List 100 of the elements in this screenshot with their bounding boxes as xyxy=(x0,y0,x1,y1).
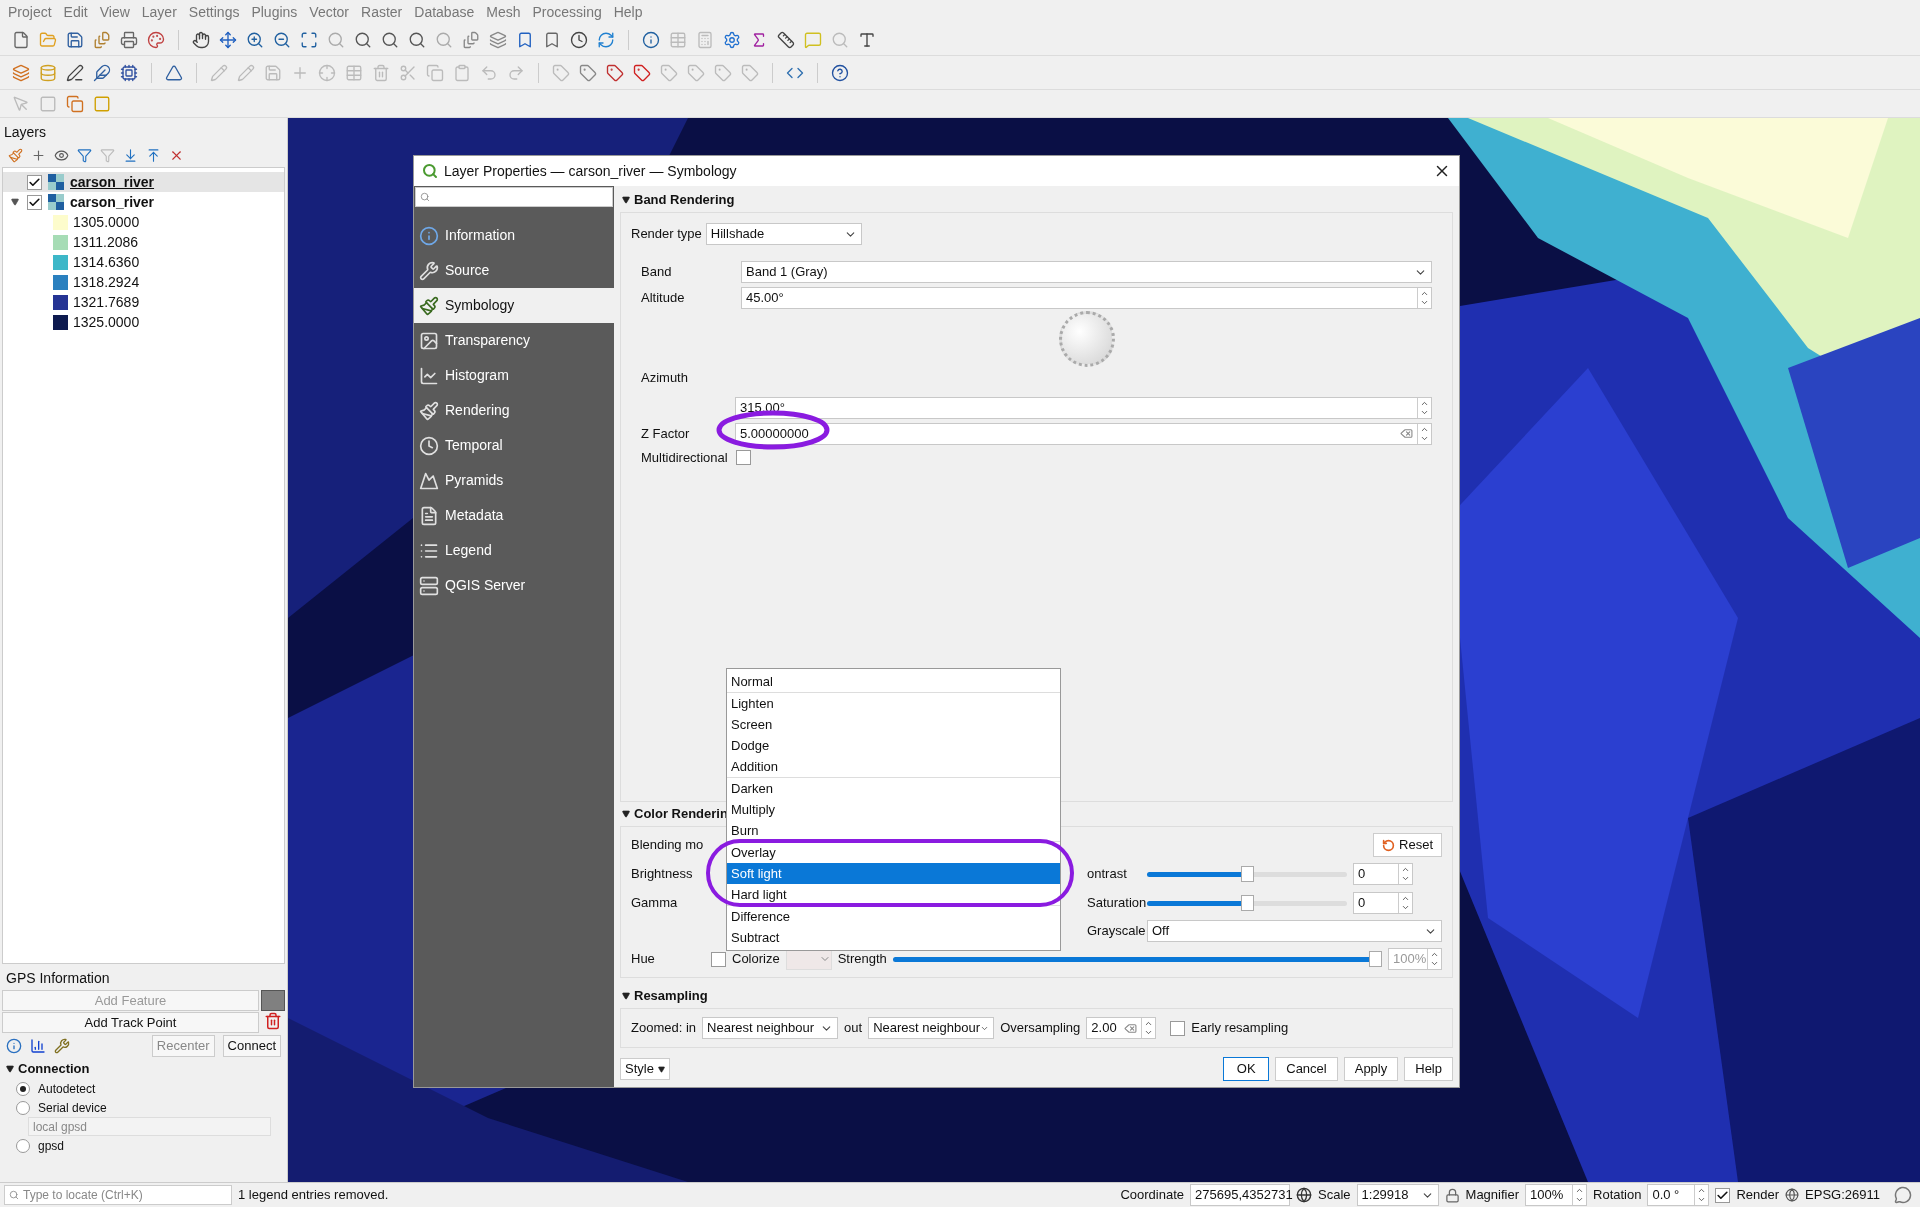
collapse-arrow-icon[interactable] xyxy=(622,810,630,818)
radio-button[interactable] xyxy=(16,1081,30,1096)
menu-option[interactable]: Soft light xyxy=(727,863,1060,884)
triangle-icon[interactable] xyxy=(165,63,183,82)
color-swatch[interactable] xyxy=(261,990,285,1011)
slider-handle[interactable] xyxy=(1240,895,1254,911)
ruler-icon[interactable] xyxy=(777,30,795,49)
clipboard-icon[interactable] xyxy=(453,63,471,82)
checkbox[interactable] xyxy=(27,174,42,190)
contrast-field[interactable]: 0 xyxy=(1353,863,1413,885)
tag-icon[interactable] xyxy=(579,63,597,82)
collapse-arrow-icon[interactable] xyxy=(622,992,630,1000)
nav-item[interactable]: Temporal xyxy=(414,428,614,463)
section-title[interactable]: Resampling xyxy=(634,986,708,1006)
magnifier-field[interactable]: 100% xyxy=(1525,1184,1587,1206)
menu-option[interactable]: Darken xyxy=(727,778,1060,799)
menu-option[interactable]: Multiply xyxy=(727,799,1060,820)
eye-icon[interactable] xyxy=(54,147,69,163)
grayscale-combo[interactable]: Off xyxy=(1147,920,1442,942)
rotation-field[interactable]: 0.0 ° xyxy=(1647,1184,1710,1206)
menu-item[interactable]: Layer xyxy=(141,1,177,23)
menu-item[interactable]: Settings xyxy=(188,1,240,23)
search-field[interactable] xyxy=(415,187,613,207)
z-factor-field[interactable]: 5.00000000 xyxy=(735,422,1432,445)
files-icon[interactable] xyxy=(93,30,111,49)
file-icon[interactable] xyxy=(12,30,30,49)
menu-item[interactable]: View xyxy=(99,1,130,23)
help-icon[interactable] xyxy=(831,63,849,82)
nav-item[interactable]: Histogram xyxy=(414,358,614,393)
menu-item[interactable]: Plugins xyxy=(251,1,298,23)
menu-item[interactable]: Raster xyxy=(361,1,403,23)
menu-item[interactable]: Database xyxy=(414,1,475,23)
checkbox[interactable] xyxy=(27,194,42,210)
menu-item[interactable]: Processing xyxy=(532,1,602,23)
gps-button[interactable]: Connect xyxy=(222,1035,281,1057)
printer-icon[interactable] xyxy=(120,30,138,49)
menu-option[interactable]: Difference xyxy=(727,906,1060,927)
nav-item[interactable]: Rendering xyxy=(414,393,614,428)
chip-icon[interactable] xyxy=(120,63,138,82)
nav-item[interactable]: Legend xyxy=(414,533,614,568)
slider-handle[interactable] xyxy=(1240,866,1254,882)
render-type-combo[interactable]: Hillshade xyxy=(705,223,862,245)
info-icon[interactable] xyxy=(6,1038,22,1054)
tag-icon[interactable] xyxy=(633,63,651,82)
brush-icon[interactable] xyxy=(8,147,23,163)
nav-item[interactable]: Information xyxy=(414,218,614,253)
nav-item[interactable]: QGIS Server xyxy=(414,568,614,603)
settings-icon[interactable] xyxy=(723,30,741,49)
menu-option[interactable]: Overlay xyxy=(727,842,1060,863)
nav-item[interactable]: Metadata xyxy=(414,498,614,533)
filter-icon[interactable] xyxy=(77,147,92,163)
nav-item[interactable]: Transparency xyxy=(414,323,614,358)
message-icon[interactable] xyxy=(1894,1186,1912,1204)
coordinate-field[interactable]: 275695,4352731 xyxy=(1190,1184,1290,1206)
files-icon[interactable] xyxy=(462,30,480,49)
hand-icon[interactable] xyxy=(192,30,210,49)
clock-icon[interactable] xyxy=(570,30,588,49)
text-icon[interactable] xyxy=(858,30,876,49)
dialog-button[interactable]: Help xyxy=(1404,1057,1453,1081)
collapse-arrow-icon[interactable] xyxy=(6,1065,14,1073)
menu-option[interactable]: Lighten xyxy=(727,693,1060,714)
identify-icon[interactable] xyxy=(642,30,660,49)
trash-icon[interactable] xyxy=(264,1012,282,1030)
slider[interactable] xyxy=(892,951,1382,967)
gps-button[interactable]: Add Track Point xyxy=(2,1012,259,1033)
nav-item[interactable]: Source xyxy=(414,253,614,288)
checkbox[interactable] xyxy=(1170,1020,1186,1036)
add-group-icon[interactable] xyxy=(31,147,46,163)
menu-option[interactable]: Screen xyxy=(727,714,1060,735)
dialog-button[interactable]: Cancel xyxy=(1275,1057,1338,1081)
palette-icon[interactable] xyxy=(147,30,165,49)
menu-item[interactable]: Edit xyxy=(63,1,88,23)
save-icon[interactable] xyxy=(66,30,84,49)
refresh-icon[interactable] xyxy=(597,30,615,49)
reset-button[interactable]: Reset xyxy=(1373,833,1442,857)
layer-row[interactable]: carson_river xyxy=(3,172,284,192)
menu-item[interactable]: Project xyxy=(8,1,52,23)
expand-all-icon[interactable] xyxy=(123,147,138,163)
menu-option[interactable]: Normal xyxy=(727,671,1060,692)
layers-icon[interactable] xyxy=(12,63,30,82)
nav-item[interactable]: Pyramids xyxy=(414,463,614,498)
layers-icon[interactable] xyxy=(489,30,507,49)
globe-icon[interactable] xyxy=(1785,1188,1800,1202)
feather-icon[interactable] xyxy=(93,63,111,82)
menu-option[interactable]: Dodge xyxy=(727,735,1060,756)
altitude-field[interactable]: 45.00° xyxy=(741,287,1432,309)
menu-option[interactable]: Subtract xyxy=(727,927,1060,948)
search-icon[interactable] xyxy=(381,30,399,49)
checkbox[interactable] xyxy=(1715,1187,1731,1203)
checkbox[interactable] xyxy=(735,450,751,465)
radio-button[interactable] xyxy=(16,1100,30,1115)
bookmark-icon[interactable] xyxy=(543,30,561,49)
slider[interactable] xyxy=(1147,895,1347,911)
locator-field[interactable]: Type to locate (Ctrl+K) xyxy=(4,1185,232,1205)
database-icon[interactable] xyxy=(39,63,57,82)
search-icon[interactable] xyxy=(354,30,372,49)
square-icon[interactable] xyxy=(93,94,111,113)
oversampling-field[interactable]: 2.00 xyxy=(1086,1017,1157,1039)
move-icon[interactable] xyxy=(219,30,237,49)
bar-chart-icon[interactable] xyxy=(30,1038,46,1054)
